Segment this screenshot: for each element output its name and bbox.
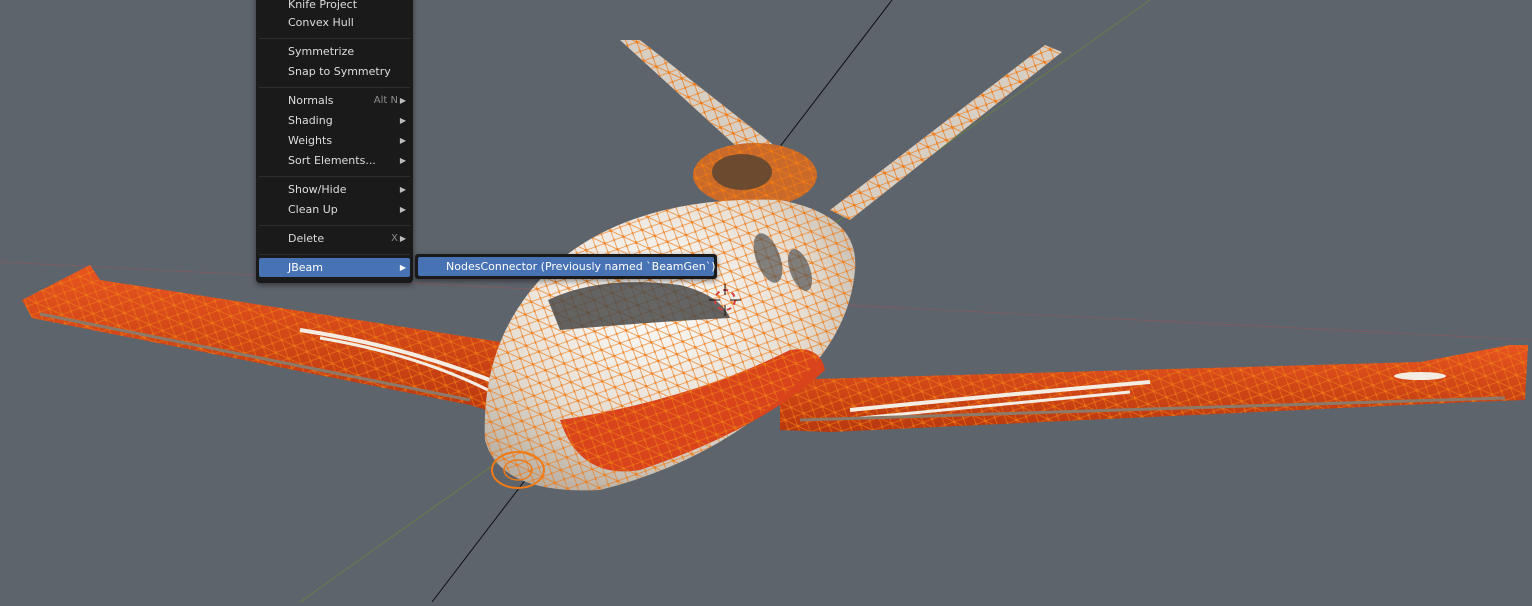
- menu-item-symmetrize[interactable]: Symmetrize: [259, 42, 410, 61]
- menu-item-label: Snap to Symmetry: [288, 65, 391, 78]
- menu-item-label: Sort Elements...: [288, 154, 376, 167]
- menu-item-shading[interactable]: Shading ▶: [259, 111, 410, 130]
- menu-item-label: Show/Hide: [288, 183, 347, 196]
- menu-item-label: Normals: [288, 94, 334, 107]
- menu-item-convex-hull[interactable]: Convex Hull: [259, 13, 410, 32]
- menu-item-sort-elements[interactable]: Sort Elements... ▶: [259, 151, 410, 170]
- menu-item-label: Shading: [288, 114, 333, 127]
- mesh-context-menu: Knife Project Convex Hull Symmetrize Sna…: [256, 0, 413, 283]
- left-wing: [22, 265, 520, 420]
- menu-separator: [259, 87, 410, 88]
- menu-item-shortcut: X: [391, 233, 398, 244]
- menu-item-label: Knife Project: [288, 0, 358, 11]
- menu-separator: [259, 254, 410, 255]
- submenu-arrow-icon: ▶: [399, 136, 406, 145]
- submenu-arrow-icon: ▶: [399, 156, 406, 165]
- submenu-arrow-icon: ▶: [399, 96, 406, 105]
- submenu-item-nodes-connector[interactable]: NodesConnector (Previously named `BeamGe…: [418, 257, 716, 276]
- right-wing: [780, 345, 1528, 432]
- submenu-arrow-icon: ▶: [399, 205, 406, 214]
- menu-item-normals[interactable]: Normals Alt N ▶: [259, 91, 410, 110]
- menu-separator: [259, 225, 410, 226]
- 3d-viewport[interactable]: [0, 0, 1532, 603]
- submenu-item-label: NodesConnector (Previously named `BeamGe…: [446, 260, 716, 273]
- menu-item-snap-to-symmetry[interactable]: Snap to Symmetry: [259, 62, 410, 81]
- menu-item-label: Clean Up: [288, 203, 338, 216]
- menu-item-label: Convex Hull: [288, 16, 354, 29]
- menu-separator: [259, 38, 410, 39]
- fuselage: [484, 199, 856, 491]
- menu-item-clean-up[interactable]: Clean Up ▶: [259, 200, 410, 219]
- menu-item-label: Weights: [288, 134, 333, 147]
- menu-separator: [259, 176, 410, 177]
- menu-item-knife-project[interactable]: Knife Project: [259, 0, 410, 14]
- menu-item-delete[interactable]: Delete X ▶: [259, 229, 410, 248]
- submenu-arrow-icon: ▶: [399, 263, 406, 272]
- menu-item-shortcut: Alt N: [373, 95, 398, 106]
- viewport-scene: [0, 0, 1532, 603]
- menu-item-label: JBeam: [288, 261, 324, 274]
- menu-item-label: Symmetrize: [288, 45, 355, 58]
- jbeam-submenu: NodesConnector (Previously named `BeamGe…: [415, 254, 717, 279]
- submenu-arrow-icon: ▶: [399, 234, 406, 243]
- menu-item-show-hide[interactable]: Show/Hide ▶: [259, 180, 410, 199]
- menu-item-jbeam[interactable]: JBeam ▶: [259, 258, 410, 277]
- menu-item-label: Delete: [288, 232, 325, 245]
- menu-item-weights[interactable]: Weights ▶: [259, 131, 410, 150]
- submenu-arrow-icon: ▶: [399, 185, 406, 194]
- submenu-arrow-icon: ▶: [399, 116, 406, 125]
